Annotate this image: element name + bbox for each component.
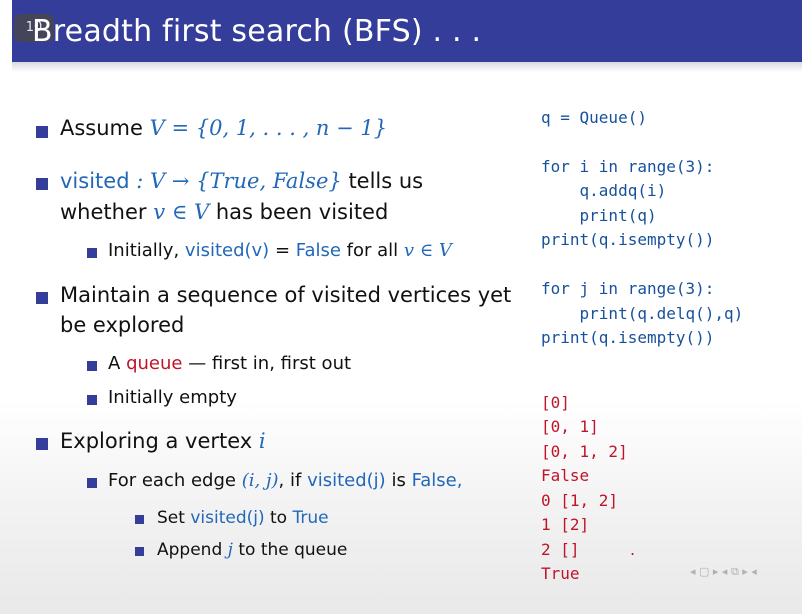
term-visited: visited(v): [184, 240, 270, 261]
bullet-text: tells us: [348, 169, 424, 193]
output-line: 0 [1, 2]: [541, 491, 619, 510]
sub-bullet-marker: [87, 395, 97, 405]
bullet-text: Exploring a vertex: [60, 429, 253, 453]
slide-navigation-controls[interactable]: ◂ ▢ ▸ ◂ ⧉ ▸ ◂: [690, 565, 757, 579]
equals-sign: =: [269, 240, 296, 261]
term-true: True: [292, 508, 329, 528]
bullet-text: — first in, first out: [188, 353, 352, 374]
code-line: print(q.isempty()): [541, 328, 715, 347]
output-line: [0, 1, 2]: [541, 442, 628, 461]
code-line: print(q.delq(),q): [541, 304, 744, 323]
math-expression: (i, j): [241, 470, 279, 491]
sub-bullet-each-edge: For each edge (i, j), if visited(j) is F…: [108, 470, 462, 491]
bullet-text: Assume: [60, 116, 143, 140]
math-expression: v ∈ V: [403, 240, 452, 261]
term-visited: visited: [60, 169, 130, 193]
bullet-maintain: Maintain a sequence of visited vertices …: [60, 283, 512, 307]
slide-title: Breadth first search (BFS) . . .: [32, 14, 482, 49]
output-line: False: [541, 466, 590, 485]
math-expression: : V → {True, False}: [136, 169, 342, 193]
term-queue: queue: [126, 353, 183, 374]
math-expression: v ∈ V: [153, 200, 210, 224]
bullet-text: for all: [346, 240, 399, 261]
bullet-text: whether: [60, 200, 147, 224]
code-line: for j in range(3):: [541, 279, 715, 298]
bullet-text: to: [270, 508, 288, 528]
bullet-marker: [36, 292, 48, 304]
bullet-visited: visited : V → {True, False} tells us: [60, 169, 423, 193]
subsub-bullet-marker: [135, 547, 144, 556]
term-false: False,: [411, 470, 463, 491]
bullet-text: Set: [157, 508, 185, 528]
term-false: False: [295, 240, 341, 261]
laser-pointer-dot: .: [630, 540, 636, 559]
bullet-marker: [36, 126, 48, 138]
term-visited: visited(j): [307, 470, 386, 491]
math-expression: V = {0, 1, . . . , n − 1}: [149, 116, 388, 140]
math-expression: i: [258, 429, 266, 453]
bullet-maintain-line2: be explored: [60, 313, 185, 337]
bullet-text: Append: [157, 540, 223, 560]
bullet-text: has been visited: [215, 200, 389, 224]
code-line: q = Queue(): [541, 108, 647, 127]
subsub-bullet-set-visited: Set visited(j) to True: [157, 508, 329, 528]
output-line: 1 [2]: [541, 515, 590, 534]
code-line: print(q.isempty()): [541, 230, 715, 249]
sub-bullet-queue: A queue — first in, first out: [108, 353, 351, 374]
bullet-marker: [36, 438, 48, 450]
code-line: for i in range(3):: [541, 157, 715, 176]
code-line: q.addq(i): [541, 181, 667, 200]
sub-bullet-empty: Initially empty: [108, 387, 237, 408]
bullet-text: For each edge: [108, 470, 236, 491]
sub-bullet-initially: Initially, visited(v) = False for all v …: [108, 240, 452, 261]
title-shadow: [12, 62, 802, 72]
bullet-exploring: Exploring a vertex i: [60, 429, 266, 453]
output-line: [0, 1]: [541, 417, 599, 436]
subsub-bullet-append: Append j to the queue: [157, 540, 347, 560]
term-visited: visited(j): [190, 508, 265, 528]
bullet-marker: [36, 178, 48, 190]
sub-bullet-marker: [87, 248, 97, 258]
bullet-text: A: [108, 353, 121, 374]
output-line: [0]: [541, 393, 570, 412]
bullet-text: is: [391, 470, 406, 491]
bullet-text: , if: [278, 470, 302, 491]
bullet-text: Initially,: [108, 240, 180, 261]
bullet-visited-line2: whether v ∈ V has been visited: [60, 200, 388, 224]
output-line: 2 []: [541, 540, 580, 559]
code-line: print(q): [541, 206, 657, 225]
bullet-text: to the queue: [238, 540, 348, 560]
bullet-assume: Assume V = {0, 1, . . . , n − 1}: [60, 116, 387, 140]
sub-bullet-marker: [87, 361, 97, 371]
output-line: True: [541, 564, 580, 583]
subsub-bullet-marker: [135, 515, 144, 524]
math-expression: j: [227, 540, 233, 560]
sub-bullet-marker: [87, 478, 97, 488]
